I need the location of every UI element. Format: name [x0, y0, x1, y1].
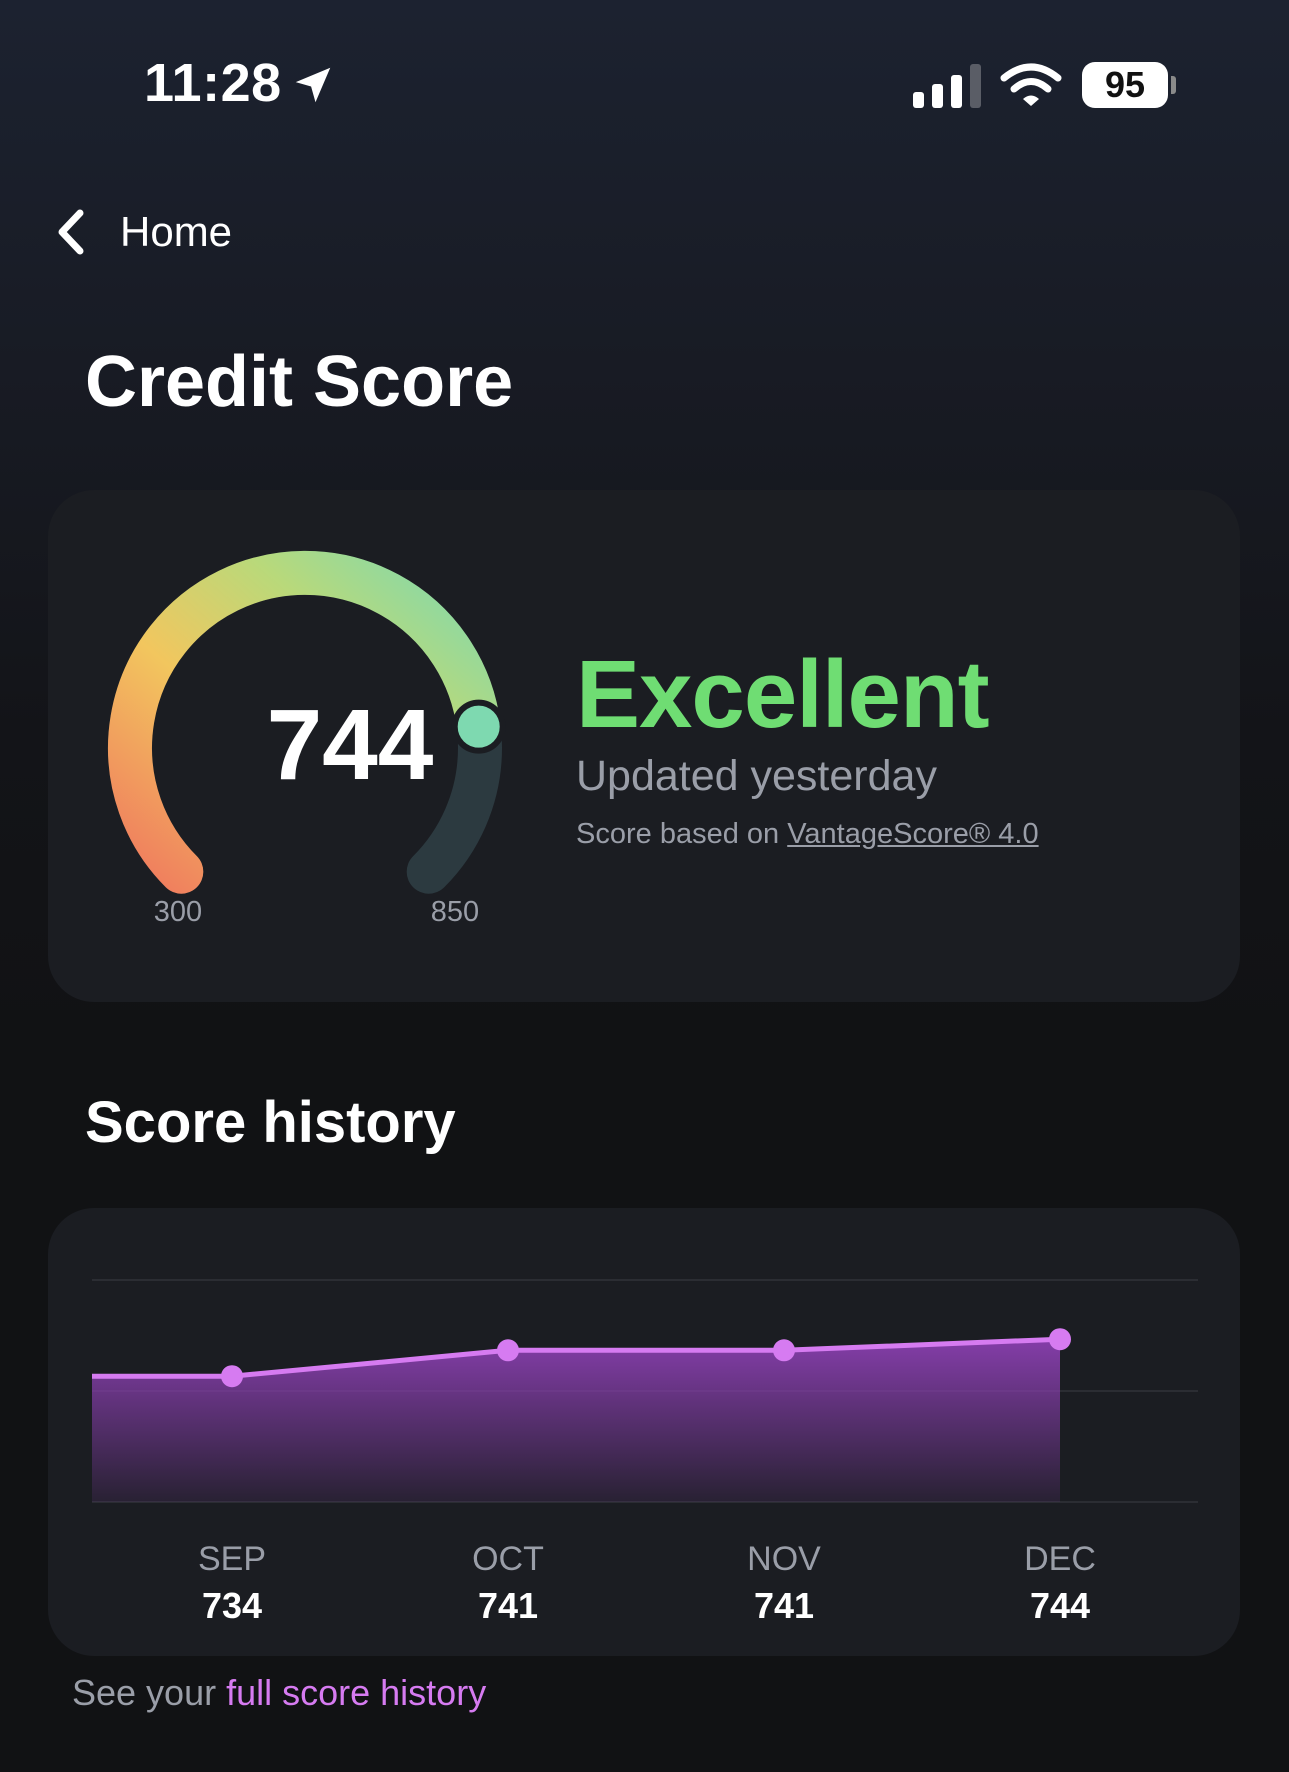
- page-title: Credit Score: [85, 342, 514, 422]
- score-value-label-oct: 741: [478, 1585, 538, 1626]
- signal-icon: [913, 64, 981, 108]
- score-history-title: Score history: [85, 1090, 456, 1155]
- chevron-left-icon: [58, 209, 84, 255]
- footer-prefix: See your: [72, 1672, 217, 1713]
- status-bar: 11:28 95: [0, 0, 1289, 170]
- gauge-min-label: 300: [153, 896, 203, 928]
- credit-score-card[interactable]: 744 300 850 Excellent Updated yesterday …: [48, 490, 1240, 1002]
- month-label-sep: SEP: [198, 1540, 266, 1578]
- score-rating: Excellent: [576, 641, 990, 748]
- score-value-label-sep: 734: [202, 1585, 262, 1626]
- full-history-prompt: See your full score history: [72, 1672, 486, 1714]
- back-label: Home: [120, 208, 233, 255]
- gauge-max-label: 850: [430, 896, 480, 928]
- data-point-dec: [1049, 1328, 1071, 1351]
- score-value: 744: [266, 689, 434, 801]
- status-time: 11:28: [144, 53, 282, 113]
- wifi-icon: [1000, 63, 1062, 106]
- full-score-history-link[interactable]: full score history: [226, 1672, 486, 1713]
- score-history-card[interactable]: SEP 734 OCT 741 NOV 741 DEC 744: [48, 1208, 1240, 1656]
- battery-level: 95: [1104, 64, 1146, 105]
- updated-text: Updated yesterday: [576, 752, 937, 800]
- location-arrow-icon: [295, 67, 331, 103]
- data-point-oct: [497, 1339, 519, 1362]
- battery-icon: 95: [1082, 62, 1168, 108]
- score-value-label-nov: 741: [754, 1585, 814, 1626]
- vantagescore-link[interactable]: VantageScore® 4.0: [787, 818, 1038, 850]
- score-model-text: Score based on VantageScore® 4.0: [576, 818, 1039, 851]
- data-point-nov: [773, 1339, 795, 1362]
- month-label-nov: NOV: [747, 1540, 821, 1578]
- data-point-sep: [221, 1365, 243, 1388]
- history-area: [92, 1339, 1060, 1502]
- score-history-chart: SEP 734 OCT 741 NOV 741 DEC 744: [92, 1279, 1198, 1626]
- battery-tip: [1171, 76, 1176, 94]
- month-label-oct: OCT: [472, 1540, 544, 1578]
- score-value-label-dec: 744: [1030, 1585, 1090, 1626]
- score-model-prefix: Score based on: [576, 818, 780, 850]
- back-button[interactable]: Home: [52, 200, 232, 264]
- month-label-dec: DEC: [1024, 1540, 1096, 1578]
